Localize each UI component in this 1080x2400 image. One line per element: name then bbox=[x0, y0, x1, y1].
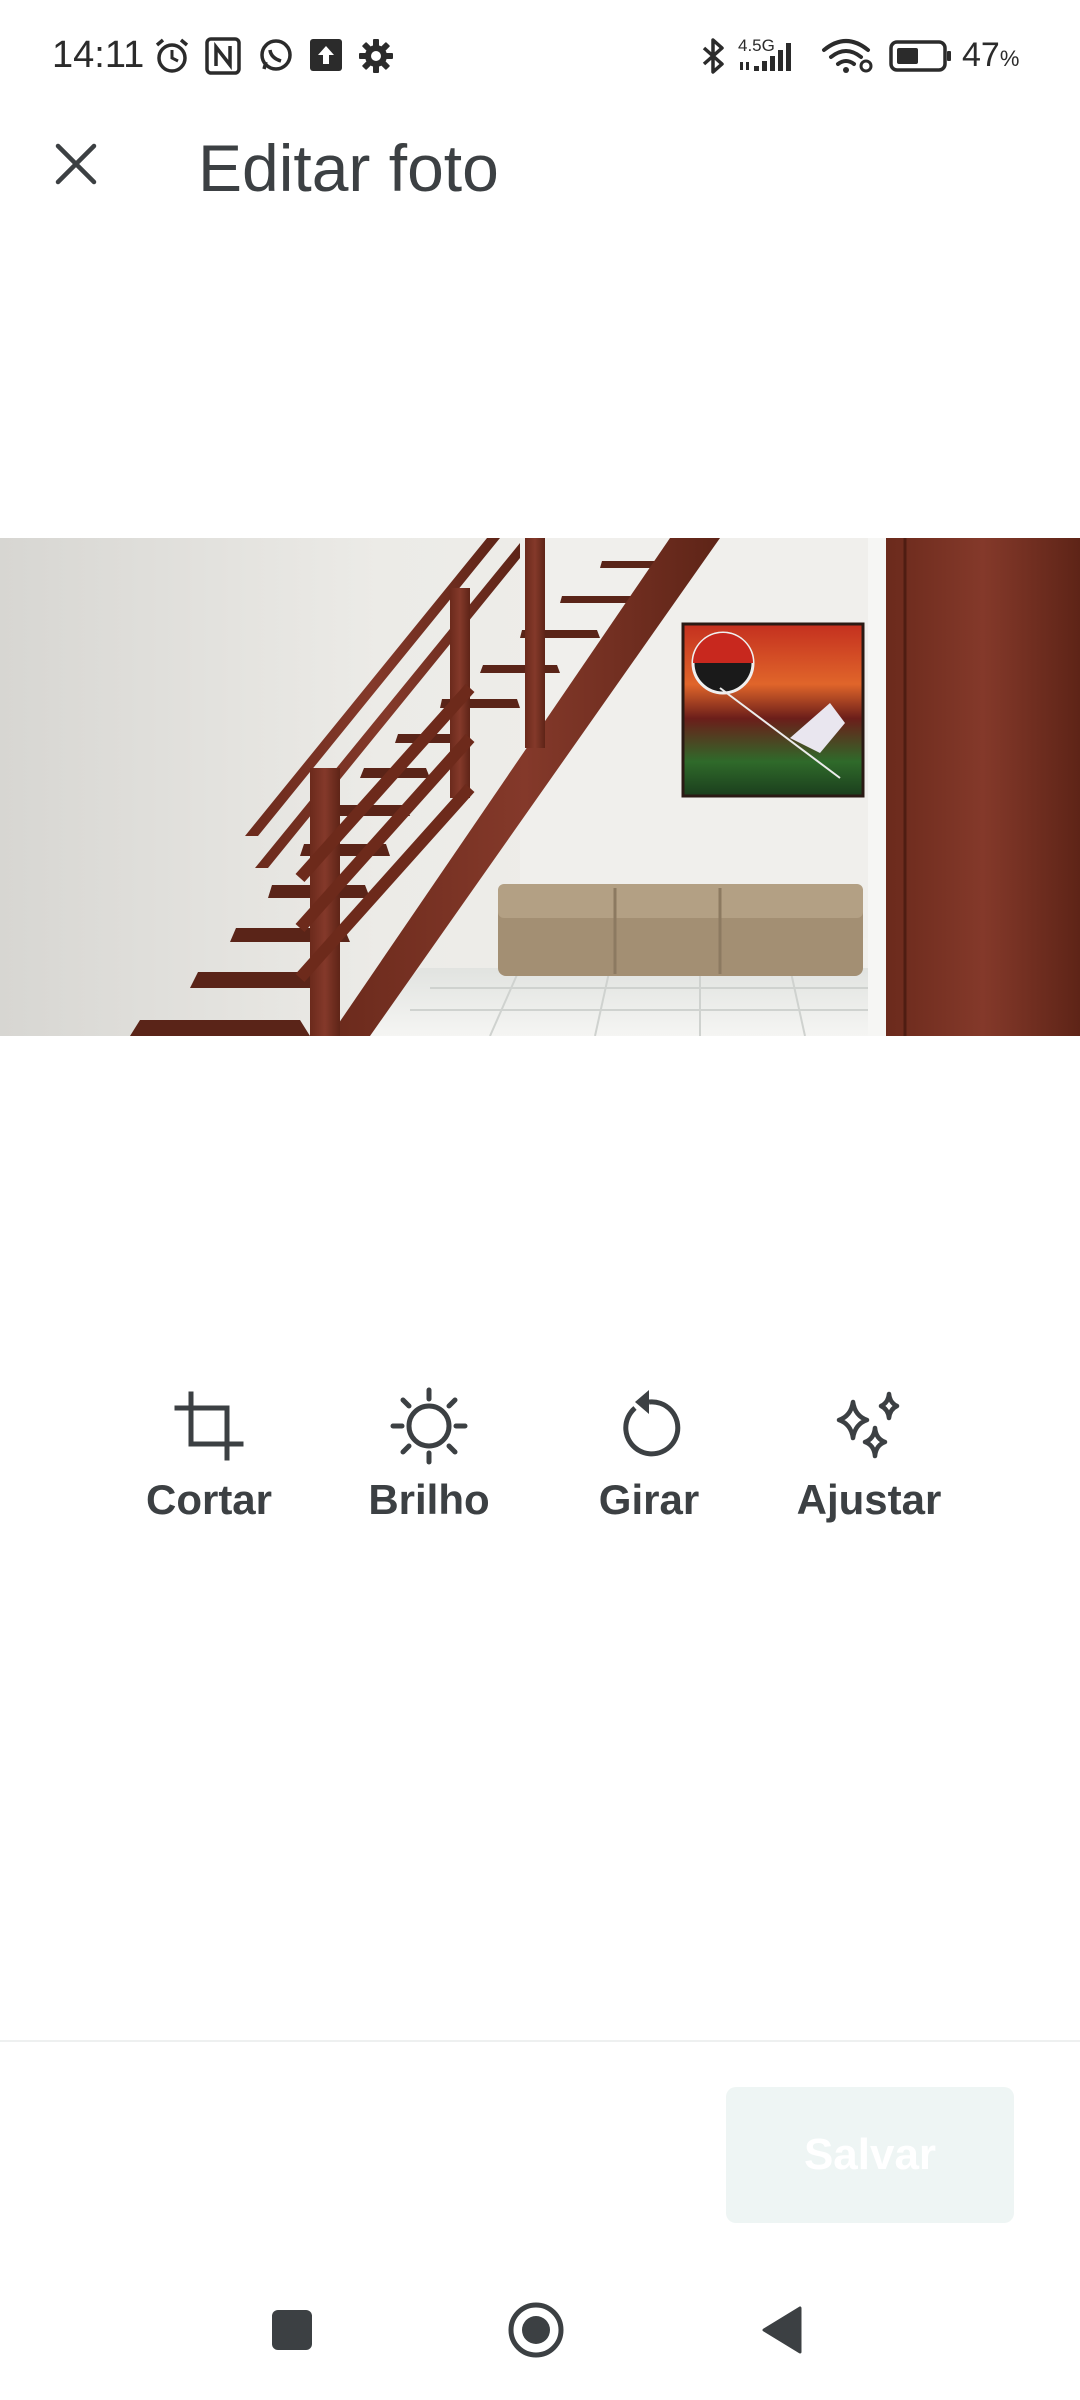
cell-signal-icon bbox=[740, 43, 791, 71]
tool-crop-label: Cortar bbox=[145, 1476, 273, 1523]
tool-rotate-label: Girar bbox=[598, 1476, 700, 1523]
rotate-icon bbox=[623, 1390, 681, 1457]
crop-icon bbox=[174, 1391, 244, 1461]
home-button[interactable] bbox=[496, 2290, 576, 2370]
recents-button[interactable] bbox=[252, 2290, 332, 2370]
wifi-icon bbox=[822, 39, 873, 73]
tool-crop[interactable]: Cortar bbox=[119, 1386, 299, 1546]
close-button[interactable] bbox=[44, 132, 108, 196]
home-icon bbox=[508, 2302, 564, 2358]
status-bar: 14:11 4.5G 47% bbox=[0, 0, 1080, 110]
page-title: Editar foto bbox=[198, 131, 499, 205]
close-icon bbox=[55, 143, 97, 185]
tool-adjust-label: Ajustar bbox=[796, 1476, 942, 1523]
upload-icon bbox=[310, 39, 342, 71]
battery-percent: 47% bbox=[962, 36, 1020, 74]
system-navigation-bar bbox=[0, 2290, 1080, 2370]
tool-adjust[interactable]: Ajustar bbox=[779, 1386, 959, 1546]
footer-divider bbox=[0, 2040, 1080, 2042]
save-button[interactable]: Salvar bbox=[726, 2087, 1014, 2223]
nfc-icon bbox=[205, 37, 241, 75]
photo-preview bbox=[0, 538, 1080, 1036]
sparkle-icon bbox=[836, 1391, 900, 1459]
status-time: 14:11 bbox=[52, 34, 145, 76]
back-icon bbox=[762, 2306, 802, 2354]
recents-icon bbox=[272, 2310, 312, 2350]
edit-tools: Cortar Brilho Girar Ajustar bbox=[0, 1386, 1080, 1546]
settings-icon bbox=[359, 39, 393, 73]
edit-photo-screen: 14:11 4.5G 47% Editar foto Cortar Brilho… bbox=[0, 0, 1080, 2400]
battery-icon bbox=[889, 40, 951, 72]
tool-brightness[interactable]: Brilho bbox=[339, 1386, 519, 1546]
bluetooth-icon bbox=[702, 38, 724, 74]
tool-rotate[interactable]: Girar bbox=[559, 1386, 739, 1546]
whatsapp-icon bbox=[260, 39, 292, 71]
brightness-icon bbox=[390, 1387, 468, 1465]
alarm-icon bbox=[155, 38, 189, 73]
tool-brightness-label: Brilho bbox=[368, 1476, 490, 1523]
back-button[interactable] bbox=[742, 2290, 822, 2370]
